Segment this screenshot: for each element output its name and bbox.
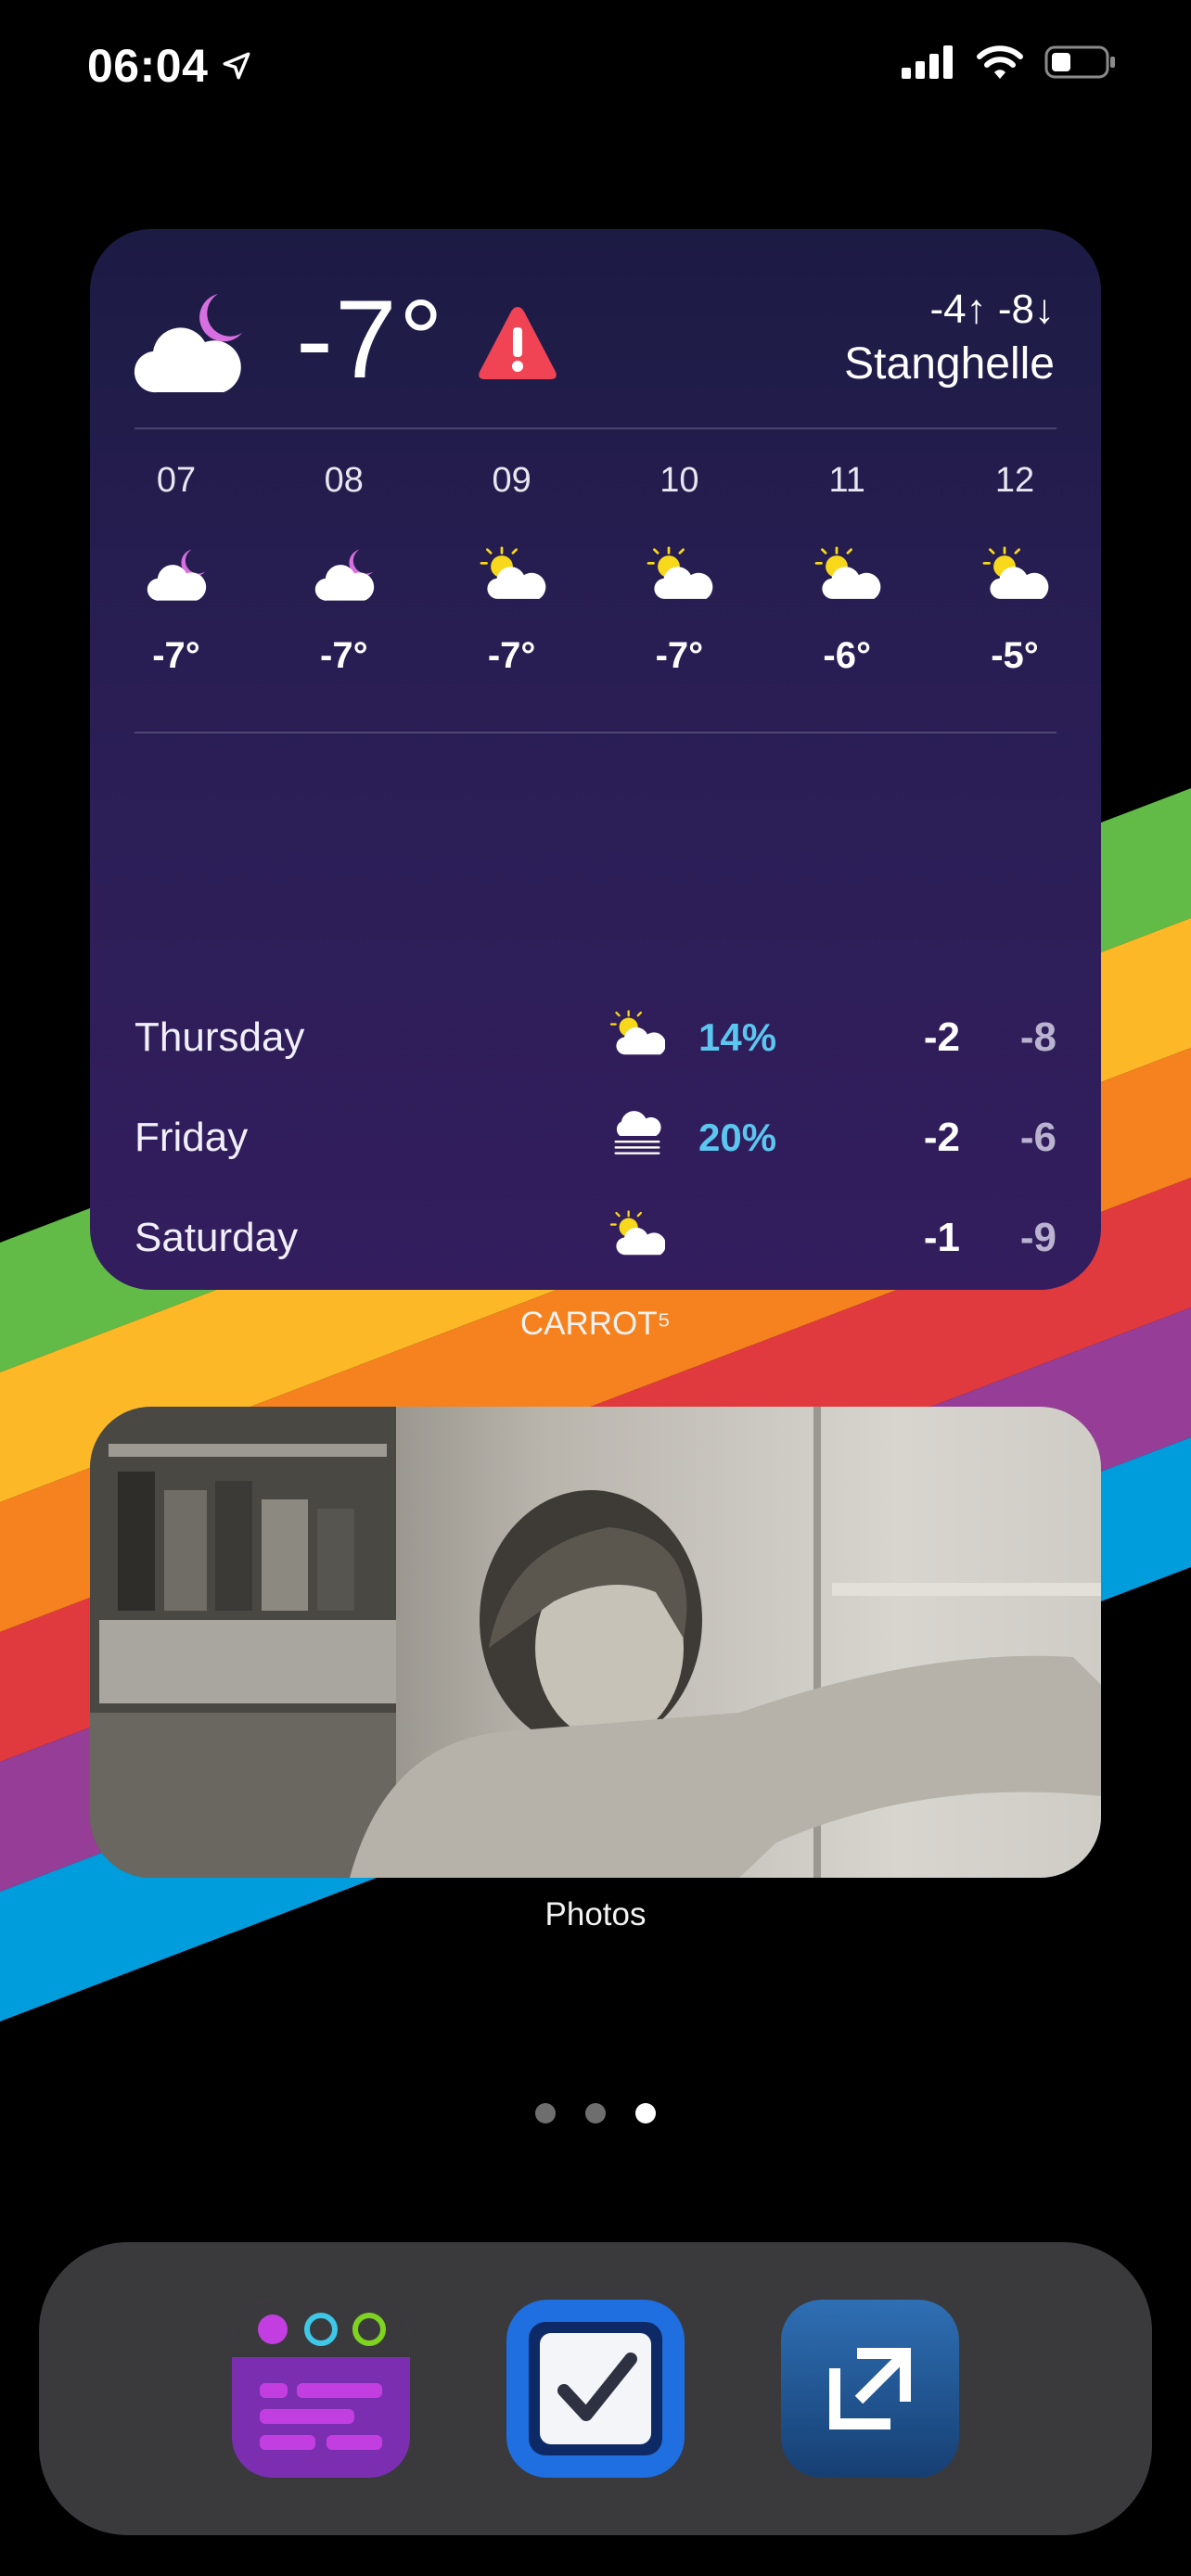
fog-icon <box>614 1111 661 1154</box>
hour-label: 11 <box>828 461 865 500</box>
warning-triangle-icon[interactable] <box>476 301 559 385</box>
sun-cloud-icon <box>609 1010 665 1055</box>
moon-cloud-icon <box>147 549 207 601</box>
divider <box>134 427 1057 429</box>
status-bar-time: 06:04 <box>87 39 252 93</box>
launcher-app-icon[interactable] <box>232 2300 410 2478</box>
precipitation-chance: 20% <box>698 1116 777 1159</box>
wifi-icon <box>977 45 1023 79</box>
hour-forecast-item: 08 -7° <box>302 461 386 677</box>
day-name: Friday <box>134 1115 249 1160</box>
page-indicator[interactable] <box>0 2103 1191 2123</box>
location-name: Stanghelle <box>844 339 1055 389</box>
hour-temperature: -5° <box>991 635 1039 676</box>
divider <box>134 732 1057 733</box>
hour-forecast-item: 10 -7° <box>637 461 721 677</box>
sun-cloud-icon <box>814 546 881 599</box>
daily-forecast: Thursday 14% -2 -8 Friday 20% -2 -6 Saturday -1 -9… <box>134 988 1057 1290</box>
hour-temperature: -7° <box>487 635 536 676</box>
location-arrow-icon <box>223 52 250 80</box>
day-high: -2 <box>923 1014 960 1060</box>
checklist-app-icon[interactable] <box>506 2300 685 2478</box>
day-low: -8 <box>1019 1014 1057 1060</box>
dock <box>39 2242 1152 2535</box>
sun-cloud-icon <box>480 546 545 599</box>
page-dot-3[interactable] <box>635 2103 656 2123</box>
carrot-widget-label: CARROT⁵ <box>519 1306 672 1342</box>
sun-cloud-icon <box>647 546 713 599</box>
photos-widget-label: Photos <box>544 1896 647 1932</box>
hour-temperature: -6° <box>823 635 871 676</box>
hour-temperature: -7° <box>152 635 200 676</box>
today-high-low: -4↑ -8↓ <box>929 287 1055 332</box>
day-low: -6 <box>1019 1115 1057 1160</box>
sun-cloud-icon <box>982 546 1049 599</box>
current-temperature: -7° <box>296 277 445 402</box>
hour-label: 07 <box>156 461 197 500</box>
sun-cloud-icon <box>609 1210 665 1256</box>
hour-forecast-item: 12 -5° <box>973 461 1057 677</box>
photo-image <box>90 1407 1101 1878</box>
hourly-forecast: 07 -7° 08 -7° 09 -7° 10 -7° 11 -6° 12 -5° <box>134 461 1057 677</box>
resize-app-icon[interactable] <box>781 2300 959 2478</box>
day-low: -9 <box>1019 1215 1057 1260</box>
day-high: -1 <box>923 1215 960 1260</box>
hour-label: 12 <box>994 461 1035 500</box>
moon-cloud-icon <box>314 549 374 601</box>
day-high: -2 <box>923 1115 960 1160</box>
cellular-signal-icon <box>902 45 953 79</box>
hour-temperature: -7° <box>320 635 368 676</box>
day-name: Thursday <box>134 1014 305 1060</box>
day-forecast-row: Friday 20% -2 -6 <box>134 1088 1057 1188</box>
day-name: Saturday <box>134 1215 299 1260</box>
battery-icon <box>1044 45 1115 79</box>
hour-forecast-item: 09 -7° <box>470 461 554 677</box>
page-dot-2[interactable] <box>585 2103 606 2123</box>
weather-widget[interactable]: -7° -4↑ -8↓ Stanghelle 07 -7° 08 -7° 09 -7° 10… <box>90 229 1101 1290</box>
photos-widget[interactable] <box>90 1407 1101 1878</box>
hour-forecast-item: 11 -6° <box>805 461 889 677</box>
hour-label: 09 <box>492 461 531 500</box>
hour-forecast-item: 07 -7° <box>134 461 218 677</box>
status-bar-indicators <box>902 45 1117 80</box>
day-forecast-row: Saturday -1 -9 <box>134 1188 1057 1288</box>
moon-cloud-icon <box>134 294 242 393</box>
day-forecast-row: Thursday 14% -2 -8 <box>134 988 1057 1088</box>
day-forecast-row: Sunday10%-4-10 <box>134 1288 1057 1290</box>
page-dot-1[interactable] <box>535 2103 556 2123</box>
hour-label: 08 <box>324 461 364 500</box>
hour-temperature: -7° <box>655 635 704 676</box>
precipitation-chance: 14% <box>698 1015 777 1059</box>
hour-label: 10 <box>660 461 699 500</box>
current-conditions: -7° -4↑ -8↓ Stanghelle <box>90 229 1101 427</box>
